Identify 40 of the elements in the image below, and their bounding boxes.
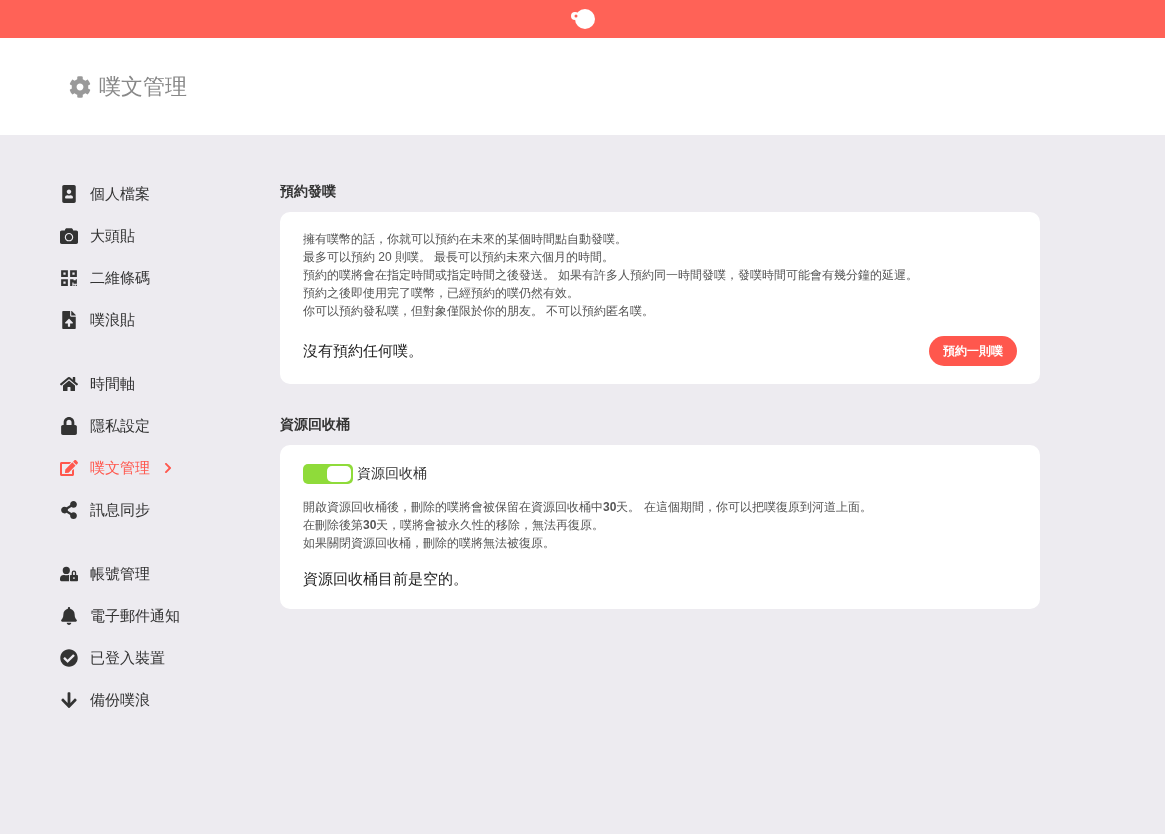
description-line: 預約之後即使用完了噗幣，已經預約的噗仍然有效。 xyxy=(303,285,580,302)
sidebar-item[interactable]: 個人檔案 xyxy=(60,173,280,215)
qr-code-icon xyxy=(60,269,78,287)
camera-icon xyxy=(60,227,78,245)
sheep-logo-icon[interactable] xyxy=(568,7,597,31)
toggle-switch[interactable] xyxy=(303,463,353,484)
home-icon xyxy=(60,375,78,393)
description-line: 你可以預約發私噗，但對象僅限於你的朋友。 不可以預約匿名噗。 xyxy=(303,303,656,320)
sidebar-item[interactable]: 訊息同步 xyxy=(60,489,280,531)
sidebar-item[interactable]: 時間軸 xyxy=(60,363,280,405)
sidebar-item[interactable]: 備份噗浪 xyxy=(60,679,280,721)
sidebar-item[interactable]: 噗浪貼 xyxy=(60,299,280,341)
settings-icon xyxy=(69,75,91,98)
sidebar-item[interactable]: 隱私設定 xyxy=(60,405,280,447)
description-line: 開啟資源回收桶後，刪除的噗將會被保留在資源回收桶中30天。 在這個期間，你可以把噗復原到河道上面。 xyxy=(303,499,873,516)
lock-icon xyxy=(60,417,78,435)
padlock-icon xyxy=(60,565,78,583)
sidebar-item[interactable]: 帳號管理 xyxy=(60,553,280,595)
toggle-label: 資源回收桶 xyxy=(357,464,427,483)
section-title: 預約發噗 xyxy=(280,182,337,201)
description-line: 在刪除後第30天，噗將會被永久性的移除，無法再復原。 xyxy=(303,517,606,534)
description-line: 最多可以預約 20 則噗。 最長可以預約未來六個月的時間。 xyxy=(303,249,616,266)
sidebar-item[interactable]: 已登入裝置 xyxy=(60,637,280,679)
upload-icon xyxy=(60,311,78,329)
sidebar-item[interactable]: 電子郵件通知 xyxy=(60,595,280,637)
download-icon xyxy=(60,691,78,709)
id-badge-icon xyxy=(60,185,78,203)
description-line: 預約的噗將會在指定時間或指定時間之後發送。 如果有許多人預約同一時間發噗，發噗時間可能會有幾分鐘的延遲。 xyxy=(303,267,920,284)
bell-icon xyxy=(60,607,78,625)
status-text: 沒有預約任何噗。 xyxy=(303,340,423,361)
section-title: 資源回收桶 xyxy=(280,415,351,434)
page-title: 噗文管理 xyxy=(99,73,187,101)
chevron-icon xyxy=(162,462,174,474)
edit-icon xyxy=(60,459,78,477)
status-text: 資源回收桶目前是空的。 xyxy=(303,569,468,589)
sidebar-item[interactable]: 大頭貼 xyxy=(60,215,280,257)
share-icon xyxy=(60,501,78,519)
description-line: 擁有噗幣的話，你就可以預約在未來的某個時間點自動發噗。 xyxy=(303,231,628,248)
description-line: 如果關閉資源回收桶，刪除的噗將無法被復原。 xyxy=(303,535,556,552)
sidebar-item[interactable]: 二維條碼 xyxy=(60,257,280,299)
